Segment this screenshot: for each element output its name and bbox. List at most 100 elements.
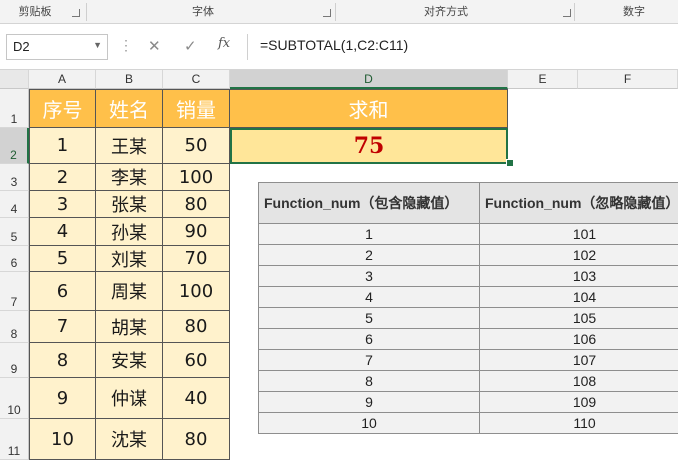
column-header-d[interactable]: D <box>230 70 508 89</box>
row-header-1[interactable]: 1 <box>0 89 29 128</box>
ribbon-group-bar: 剪贴板 字体 对齐方式 数字 <box>0 0 678 24</box>
data-cell[interactable]: 刘某 <box>96 246 163 272</box>
reference-data-cell: 108 <box>480 371 678 392</box>
data-cell[interactable]: 3 <box>29 191 96 218</box>
fill-handle[interactable] <box>506 159 514 167</box>
data-cell[interactable]: 8 <box>29 343 96 378</box>
data-cell[interactable]: 2 <box>29 164 96 191</box>
data-cell[interactable]: 安某 <box>96 343 163 378</box>
row-number: 1 <box>10 112 18 126</box>
row-number: 8 <box>10 327 18 341</box>
reference-data-cell: 9 <box>258 392 480 413</box>
row-header-9[interactable]: 9 <box>0 343 29 378</box>
header-cell[interactable]: 销量 <box>163 89 230 128</box>
formula-input[interactable]: =SUBTOTAL(1,C2:C11) <box>260 37 408 53</box>
data-cell[interactable]: 1 <box>29 128 96 164</box>
reference-data-cell: 6 <box>258 329 480 350</box>
row-header-2[interactable]: 2 <box>0 128 29 164</box>
more-handle-icon[interactable]: ⋮ <box>119 37 133 54</box>
reference-data-cell: 8 <box>258 371 480 392</box>
row-number: 7 <box>10 295 18 309</box>
data-cell[interactable]: 90 <box>163 218 230 246</box>
row-number: 5 <box>10 230 18 244</box>
ribbon-group-number[interactable]: 数字 <box>574 0 678 24</box>
row-header-4[interactable]: 4 <box>0 191 29 218</box>
reference-data-cell: 101 <box>480 224 678 245</box>
font-launcher-icon[interactable] <box>323 9 331 17</box>
data-cell[interactable]: 9 <box>29 378 96 419</box>
name-box-value: D2 <box>13 39 30 54</box>
column-header-b[interactable]: B <box>96 70 163 89</box>
column-header-f[interactable]: F <box>578 70 678 89</box>
data-cell[interactable]: 80 <box>163 191 230 218</box>
reference-data-cell: 4 <box>258 287 480 308</box>
row-header-3[interactable]: 3 <box>0 164 29 191</box>
alignment-launcher-icon[interactable] <box>563 9 571 17</box>
ribbon-group-clipboard[interactable]: 剪贴板 <box>0 0 70 24</box>
data-cell[interactable]: 周某 <box>96 272 163 311</box>
reference-data-cell: 102 <box>480 245 678 266</box>
row-number: 2 <box>10 148 17 162</box>
row-header-7[interactable]: 7 <box>0 272 29 311</box>
reference-data-cell: 106 <box>480 329 678 350</box>
reference-header-cell: Function_num（包含隐藏值） <box>258 182 480 224</box>
row-header-11[interactable]: 11 <box>0 419 29 460</box>
ribbon-group-alignment[interactable]: 对齐方式 <box>335 0 557 24</box>
data-cell[interactable]: 孙某 <box>96 218 163 246</box>
insert-function-icon[interactable]: fx <box>218 36 230 51</box>
row-header-8[interactable]: 8 <box>0 311 29 343</box>
data-cell[interactable]: 100 <box>163 164 230 191</box>
select-all-corner[interactable] <box>0 70 29 89</box>
row-number: 11 <box>7 444 21 458</box>
reference-header-cell: Function_num（忽略隐藏值） <box>480 182 678 224</box>
row-number: 6 <box>10 256 18 270</box>
row-header-5[interactable]: 5 <box>0 218 29 246</box>
reference-data-cell: 2 <box>258 245 480 266</box>
data-cell[interactable]: 沈某 <box>96 419 163 460</box>
data-cell[interactable]: 仲谋 <box>96 378 163 419</box>
chevron-down-icon[interactable]: ▼ <box>93 40 102 50</box>
enter-icon[interactable]: ✓ <box>184 37 197 55</box>
data-cell[interactable]: 100 <box>163 272 230 311</box>
data-cell[interactable]: 4 <box>29 218 96 246</box>
data-cell[interactable]: 张某 <box>96 191 163 218</box>
data-cell[interactable]: 80 <box>163 311 230 343</box>
data-cell[interactable]: 6 <box>29 272 96 311</box>
data-cell[interactable]: 李某 <box>96 164 163 191</box>
reference-data-cell: 5 <box>258 308 480 329</box>
data-cell[interactable]: 50 <box>163 128 230 164</box>
header-cell[interactable]: 姓名 <box>96 89 163 128</box>
data-cell[interactable]: 70 <box>163 246 230 272</box>
data-cell[interactable]: 60 <box>163 343 230 378</box>
data-cell[interactable]: 5 <box>29 246 96 272</box>
data-cell[interactable]: 40 <box>163 378 230 419</box>
data-cell[interactable]: 王某 <box>96 128 163 164</box>
data-cell[interactable]: 10 <box>29 419 96 460</box>
sum-value-cell[interactable]: 75 <box>230 128 508 164</box>
reference-data-cell: 107 <box>480 350 678 371</box>
data-cell[interactable]: 7 <box>29 311 96 343</box>
reference-data-cell: 1 <box>258 224 480 245</box>
row-number: 4 <box>10 202 18 216</box>
reference-data-cell: 10 <box>258 413 480 434</box>
ribbon-group-font[interactable]: 字体 <box>86 0 320 24</box>
reference-data-cell: 103 <box>480 266 678 287</box>
column-header-a[interactable]: A <box>29 70 96 89</box>
column-header-e[interactable]: E <box>508 70 578 89</box>
row-header-6[interactable]: 6 <box>0 246 29 272</box>
clipboard-launcher-icon[interactable] <box>72 9 80 17</box>
formula-bar: D2 ▼ ⋮ ✕ ✓ fx =SUBTOTAL(1,C2:C11) <box>0 24 678 70</box>
name-box[interactable]: D2 ▼ <box>6 34 108 60</box>
reference-data-cell: 110 <box>480 413 678 434</box>
row-header-10[interactable]: 10 <box>0 378 29 419</box>
row-number: 9 <box>10 362 18 376</box>
data-cell[interactable]: 80 <box>163 419 230 460</box>
reference-data-cell: 3 <box>258 266 480 287</box>
header-cell[interactable]: 序号 <box>29 89 96 128</box>
reference-data-cell: 7 <box>258 350 480 371</box>
data-cell[interactable]: 胡某 <box>96 311 163 343</box>
column-header-c[interactable]: C <box>163 70 230 89</box>
sum-header-cell[interactable]: 求和 <box>230 89 508 128</box>
cancel-icon[interactable]: ✕ <box>148 37 161 55</box>
reference-data-cell: 105 <box>480 308 678 329</box>
